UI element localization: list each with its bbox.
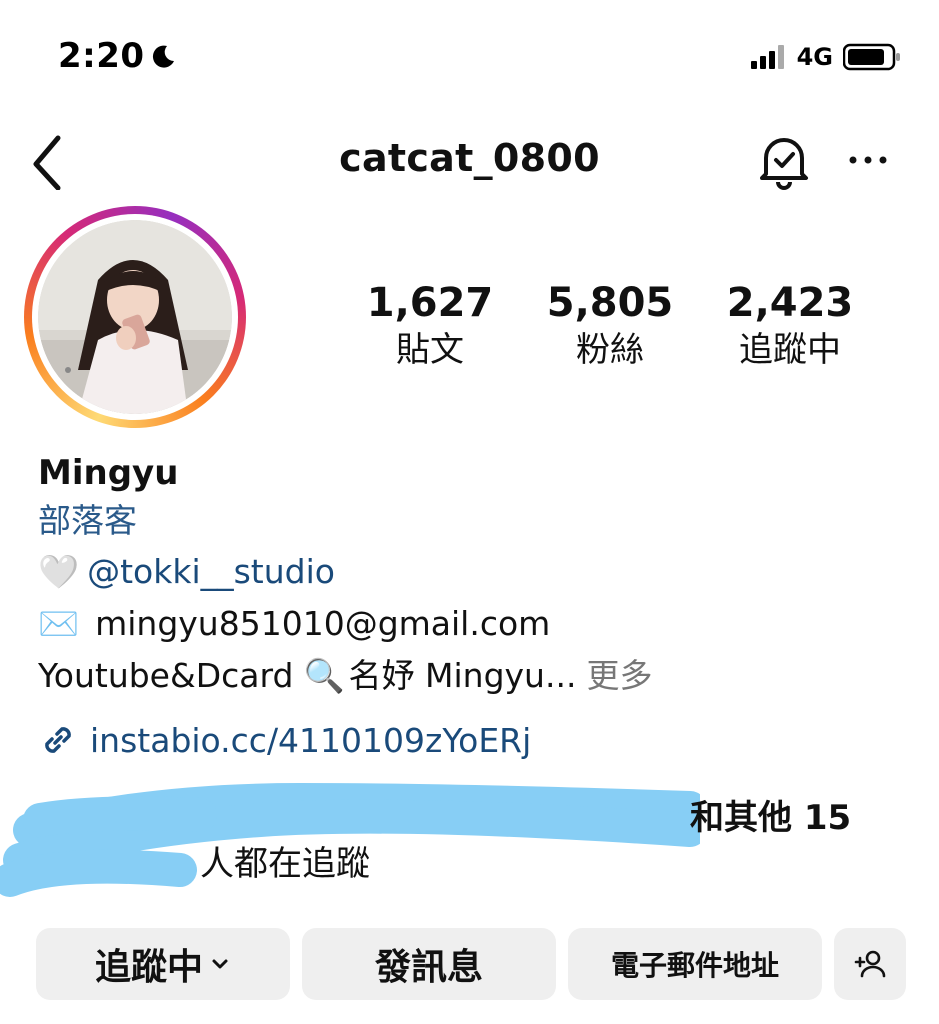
profile-stats: 1,627 貼文 5,805 粉絲 2,423 追蹤中 xyxy=(340,280,880,374)
add-person-icon xyxy=(854,950,886,978)
bio-email-text: mingyu851010@gmail.com xyxy=(95,604,551,643)
stat-following[interactable]: 2,423 追蹤中 xyxy=(700,280,880,374)
profile-category: 部落客 xyxy=(38,501,137,540)
email-button[interactable]: 電子郵件地址 xyxy=(568,928,822,1000)
status-bar: 2:20 4G xyxy=(0,0,939,110)
bio-search-name: 名妤 Mingyu... xyxy=(348,656,577,695)
following-button-label: 追蹤中 xyxy=(94,947,203,988)
stat-followers-count: 5,805 xyxy=(546,280,674,326)
battery-icon xyxy=(843,43,900,71)
chevron-down-icon xyxy=(212,959,228,969)
link-icon xyxy=(45,727,71,753)
bio-more-link[interactable]: 更多 xyxy=(586,650,652,702)
envelope-emoji: ✉️ xyxy=(38,604,80,643)
message-button-label: 發訊息 xyxy=(374,947,483,988)
display-name: Mingyu xyxy=(38,453,179,493)
time-text: 2:20 xyxy=(58,36,145,76)
profile-bio: Mingyu 部落客 🤍 @tokki__studio ✉️ mingyu851… xyxy=(38,450,918,760)
suggested-accounts-button[interactable] xyxy=(834,928,906,1000)
bell-icon[interactable] xyxy=(756,130,812,190)
mention-link[interactable]: @tokki__studio xyxy=(87,546,335,598)
status-indicators: 4G xyxy=(750,40,901,74)
status-time: 2:20 xyxy=(58,36,177,76)
bio-email-line: ✉️ mingyu851010@gmail.com xyxy=(38,598,918,650)
profile-avatar-story-ring[interactable] xyxy=(24,206,246,428)
stat-posts-label: 貼文 xyxy=(396,330,464,370)
white-heart-emoji: 🤍 xyxy=(38,552,80,591)
avatar xyxy=(38,220,232,414)
moon-icon xyxy=(152,45,174,68)
stat-posts[interactable]: 1,627 貼文 xyxy=(340,280,520,374)
cellular-signal-icon xyxy=(750,45,787,69)
bio-platforms-text: Youtube&Dcard xyxy=(38,656,294,695)
more-icon[interactable] xyxy=(846,140,890,180)
bio-website-link[interactable]: instabio.cc/4110109zYoERj xyxy=(38,720,918,760)
followed-by-count: 和其他 15 xyxy=(690,798,852,838)
stat-followers[interactable]: 5,805 粉絲 xyxy=(520,280,700,374)
followed-by-suffix: 人都在追蹤 xyxy=(200,844,370,884)
following-button[interactable]: 追蹤中 xyxy=(36,928,290,1000)
network-type: 4G xyxy=(796,43,833,71)
profile-header: catcat_0800 xyxy=(0,120,939,200)
stat-posts-count: 1,627 xyxy=(366,280,494,326)
bio-mention-line: 🤍 @tokki__studio xyxy=(38,546,918,598)
website-url: instabio.cc/4110109zYoERj xyxy=(90,720,532,760)
magnifier-emoji: 🔍 xyxy=(303,656,345,695)
email-button-label: 電子郵件地址 xyxy=(610,949,779,982)
stat-followers-label: 粉絲 xyxy=(576,330,644,370)
profile-actions: 追蹤中 發訊息 電子郵件地址 xyxy=(36,928,906,1000)
stat-following-count: 2,423 xyxy=(726,280,854,326)
stat-following-label: 追蹤中 xyxy=(739,330,841,370)
bio-line-3: Youtube&Dcard 🔍 名妤 Mingyu... 更多 xyxy=(38,650,918,702)
message-button[interactable]: 發訊息 xyxy=(302,928,556,1000)
